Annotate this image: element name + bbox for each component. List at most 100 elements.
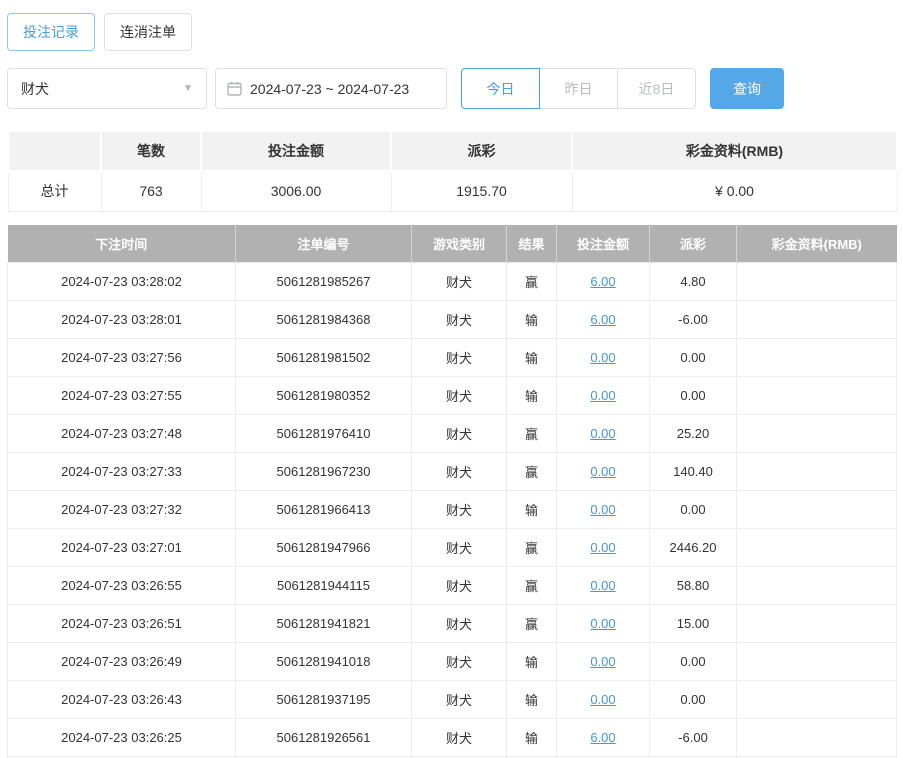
bet-time-cell: 2024-07-23 03:26:25 — [7, 718, 236, 757]
summary-total-bonus: ¥ 0.00 — [571, 170, 898, 212]
quick-date-button-group: 今日 昨日 近8日 — [461, 68, 696, 109]
bet-amount-cell: 6.00 — [556, 718, 650, 757]
summary-total-row: 总计 763 3006.00 1915.70 ¥ 0.00 — [7, 170, 898, 212]
yesterday-button[interactable]: 昨日 — [539, 68, 618, 109]
payout-cell: 0.00 — [649, 338, 737, 377]
bet-amount-link[interactable]: 0.00 — [590, 578, 615, 593]
bet-time-cell: 2024-07-23 03:26:49 — [7, 642, 236, 681]
bet-amount-link[interactable]: 0.00 — [590, 464, 615, 479]
game-type-cell: 财犬 — [411, 490, 507, 529]
bet-amount-link[interactable]: 6.00 — [590, 730, 615, 745]
game-type-cell: 财犬 — [411, 414, 507, 453]
bet-amount-link[interactable]: 0.00 — [590, 388, 615, 403]
order-number-cell: 5061281941018 — [235, 642, 412, 681]
bet-amount-cell: 0.00 — [556, 642, 650, 681]
bet-amount-link[interactable]: 6.00 — [590, 274, 615, 289]
table-row: 2024-07-23 03:27:56 5061281981502 财犬 输 0… — [7, 338, 897, 377]
table-row: 2024-07-23 03:27:01 5061281947966 财犬 赢 0… — [7, 528, 897, 567]
result-cell: 输 — [506, 376, 557, 415]
bonus-cell — [736, 338, 897, 377]
payout-cell: 2446.20 — [649, 528, 737, 567]
bet-amount-link[interactable]: 0.00 — [590, 350, 615, 365]
result-cell: 输 — [506, 642, 557, 681]
summary-total-count: 763 — [100, 170, 202, 212]
query-button[interactable]: 查询 — [710, 68, 784, 109]
payout-cell: 4.80 — [649, 262, 737, 301]
summary-header-bet-amount: 投注金额 — [200, 130, 392, 172]
header-game-type: 游戏类别 — [411, 224, 507, 263]
summary-header-bonus: 彩金资料(RMB) — [571, 130, 898, 172]
header-bonus: 彩金资料(RMB) — [736, 224, 897, 263]
result-cell: 赢 — [506, 566, 557, 605]
bet-time-cell: 2024-07-23 03:27:55 — [7, 376, 236, 415]
table-row: 2024-07-23 03:27:32 5061281966413 财犬 输 0… — [7, 490, 897, 529]
game-type-cell: 财犬 — [411, 680, 507, 719]
game-type-cell: 财犬 — [411, 452, 507, 491]
order-number-cell: 5061281966413 — [235, 490, 412, 529]
bonus-cell — [736, 566, 897, 605]
chevron-down-icon: ▼ — [183, 83, 193, 94]
order-number-cell: 5061281981502 — [235, 338, 412, 377]
last-8-days-button[interactable]: 近8日 — [617, 68, 696, 109]
bet-amount-link[interactable]: 0.00 — [590, 426, 615, 441]
bet-amount-link[interactable]: 0.00 — [590, 540, 615, 555]
summary-header-payout: 派彩 — [390, 130, 573, 172]
result-cell: 输 — [506, 490, 557, 529]
bet-amount-link[interactable]: 6.00 — [590, 312, 615, 327]
game-type-cell: 财犬 — [411, 642, 507, 681]
game-select[interactable]: 财犬 ▼ — [7, 68, 207, 109]
summary-header-blank — [7, 130, 102, 172]
bet-amount-cell: 0.00 — [556, 452, 650, 491]
game-type-cell: 财犬 — [411, 262, 507, 301]
result-cell: 赢 — [506, 528, 557, 567]
order-number-cell: 5061281984368 — [235, 300, 412, 339]
payout-cell: 0.00 — [649, 490, 737, 529]
bet-time-cell: 2024-07-23 03:26:51 — [7, 604, 236, 643]
result-cell: 输 — [506, 718, 557, 757]
bet-time-cell: 2024-07-23 03:28:02 — [7, 262, 236, 301]
table-row: 2024-07-23 03:26:51 5061281941821 财犬 赢 0… — [7, 604, 897, 643]
payout-cell: 15.00 — [649, 604, 737, 643]
payout-cell: -6.00 — [649, 718, 737, 757]
table-row: 2024-07-23 03:27:48 5061281976410 财犬 赢 0… — [7, 414, 897, 453]
order-number-cell: 5061281967230 — [235, 452, 412, 491]
table-row: 2024-07-23 03:26:49 5061281941018 财犬 输 0… — [7, 642, 897, 681]
bonus-cell — [736, 414, 897, 453]
order-number-cell: 5061281944115 — [235, 566, 412, 605]
order-number-cell: 5061281980352 — [235, 376, 412, 415]
payout-cell: 25.20 — [649, 414, 737, 453]
bonus-cell — [736, 718, 897, 757]
bonus-cell — [736, 604, 897, 643]
bet-amount-link[interactable]: 0.00 — [590, 692, 615, 707]
result-cell: 输 — [506, 338, 557, 377]
bonus-cell — [736, 490, 897, 529]
payout-cell: 58.80 — [649, 566, 737, 605]
table-row: 2024-07-23 03:26:55 5061281944115 财犬 赢 0… — [7, 566, 897, 605]
bonus-cell — [736, 376, 897, 415]
bet-amount-link[interactable]: 0.00 — [590, 654, 615, 669]
today-button[interactable]: 今日 — [461, 68, 540, 109]
date-range-input[interactable]: 2024-07-23 ~ 2024-07-23 — [215, 68, 447, 109]
summary-header-count: 笔数 — [100, 130, 202, 172]
payout-cell: 0.00 — [649, 680, 737, 719]
bet-amount-link[interactable]: 0.00 — [590, 616, 615, 631]
bet-amount-cell: 0.00 — [556, 680, 650, 719]
order-number-cell: 5061281985267 — [235, 262, 412, 301]
result-cell: 输 — [506, 300, 557, 339]
bet-table-header-row: 下注时间 注单编号 游戏类别 结果 投注金额 派彩 彩金资料(RMB) — [7, 224, 897, 263]
bet-amount-cell: 6.00 — [556, 262, 650, 301]
tab-cancelled-orders[interactable]: 连消注单 — [104, 13, 192, 51]
filter-row: 财犬 ▼ 2024-07-23 ~ 2024-07-23 今日 昨日 近8日 查… — [7, 68, 896, 109]
bonus-cell — [736, 262, 897, 301]
bet-amount-link[interactable]: 0.00 — [590, 502, 615, 517]
result-cell: 赢 — [506, 604, 557, 643]
summary-header-row: 笔数 投注金额 派彩 彩金资料(RMB) — [7, 130, 898, 172]
date-range-value: 2024-07-23 ~ 2024-07-23 — [250, 80, 410, 97]
game-type-cell: 财犬 — [411, 528, 507, 567]
bet-amount-cell: 0.00 — [556, 376, 650, 415]
result-cell: 赢 — [506, 262, 557, 301]
tab-betting-records[interactable]: 投注记录 — [7, 13, 95, 51]
payout-cell: 0.00 — [649, 642, 737, 681]
bet-time-cell: 2024-07-23 03:26:55 — [7, 566, 236, 605]
table-row: 2024-07-23 03:27:55 5061281980352 财犬 输 0… — [7, 376, 897, 415]
